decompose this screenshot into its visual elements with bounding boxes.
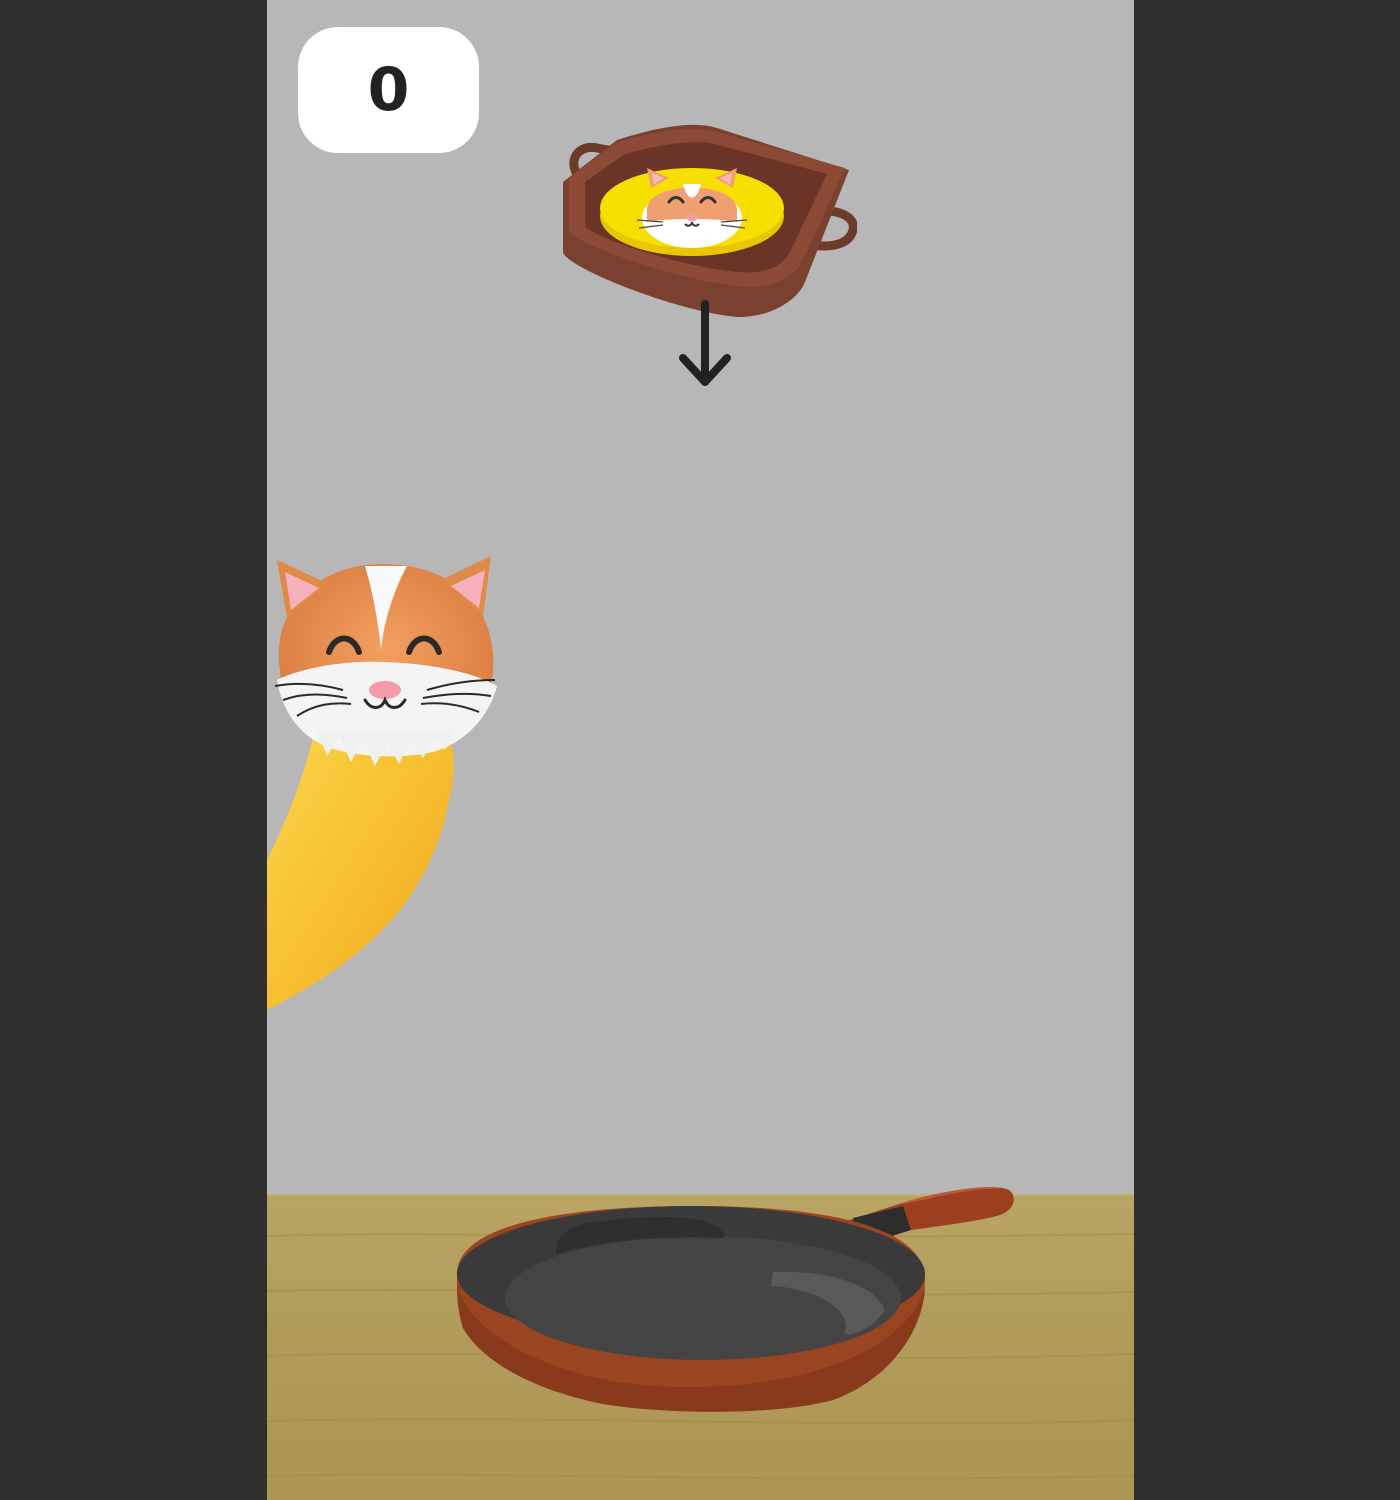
cat-pancake-icon[interactable] bbox=[597, 162, 787, 262]
score-value: 0 bbox=[367, 55, 410, 125]
frying-pan-icon[interactable] bbox=[453, 1178, 1023, 1418]
game-stage[interactable]: 0 bbox=[267, 0, 1134, 1500]
cat-banana-character[interactable] bbox=[267, 540, 517, 1020]
score-panel: 0 bbox=[298, 27, 479, 153]
arrow-down-icon bbox=[675, 298, 735, 390]
